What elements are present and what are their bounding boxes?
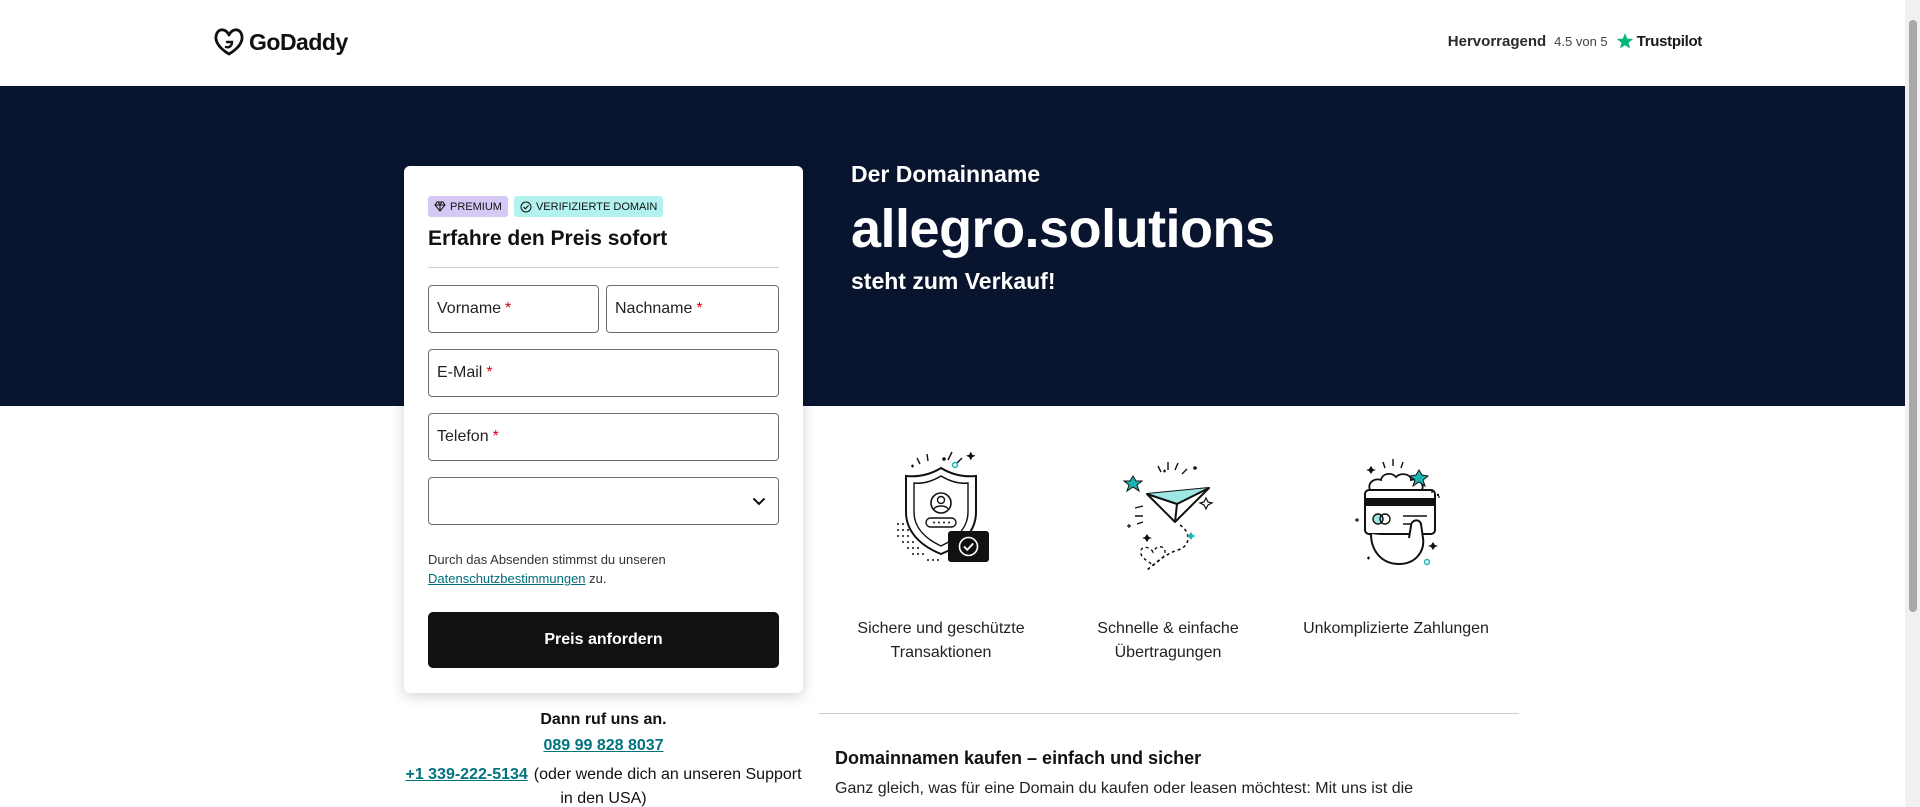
page-scrollbar[interactable] [1905, 0, 1920, 807]
star-icon [1616, 33, 1633, 49]
scrollbar-thumb[interactable] [1909, 20, 1917, 612]
brand-name: GoDaddy [249, 28, 348, 55]
last-name-field[interactable]: Nachname * [606, 285, 779, 333]
phone-field[interactable]: Telefon * [428, 413, 779, 461]
premium-badge-label: PREMIUM [450, 200, 502, 213]
email-label: E-Mail [437, 364, 483, 381]
hero-banner: Der Domainname allegro.solutions steht z… [0, 86, 1905, 406]
first-name-field[interactable]: Vorname * [428, 285, 599, 333]
page: GoDaddy Hervorragend 4.5 von 5 Trustpilo… [0, 0, 1920, 807]
last-name-label: Nachname [615, 300, 693, 317]
us-support-note: (oder wende dich an unseren Support in d… [533, 766, 802, 807]
sale-status: steht zum Verkauf! [851, 268, 1056, 294]
secure-shield-icon [897, 451, 989, 562]
request-price-button[interactable]: Preis anfordern [428, 612, 779, 668]
hero-intro: Der Domainname [851, 161, 1041, 187]
feature-transfer-label: Schnelle & einfache Übertragungen [1097, 620, 1239, 661]
paper-plane-icon [1122, 462, 1214, 571]
section-divider [819, 713, 1519, 714]
verified-badge: VERIFIZIERTE DOMAIN [513, 196, 664, 217]
domain-name: allegro.solutions [851, 199, 1275, 259]
feature-secure: Sichere und geschützte Transaktionen [836, 446, 1046, 665]
verified-badge-label: VERIFIZIERTE DOMAIN [535, 200, 658, 213]
hero-text: Der Domainname allegro.solutions steht z… [851, 161, 1275, 295]
premium-badge: PREMIUM [428, 196, 508, 217]
check-circle-icon [520, 201, 532, 212]
feature-payment: Unkomplizierte Zahlungen [1291, 446, 1501, 641]
required-marker: * [492, 428, 499, 445]
domain-badges: PREMIUM VERIFIZIERTE DOMAIN [428, 196, 664, 217]
trustpilot-rating[interactable]: Hervorragend 4.5 von 5 Trustpilot [1447, 32, 1703, 50]
required-marker: * [505, 300, 512, 317]
payment-card-icon [1355, 459, 1440, 566]
diamond-icon [434, 201, 446, 212]
top-bar: GoDaddy Hervorragend 4.5 von 5 Trustpilo… [0, 0, 1905, 86]
info-text: Ganz gleich, was für eine Domain du kauf… [835, 780, 1414, 797]
call-section: Dann ruf uns an. 089 99 828 8037 +1 339-… [404, 711, 803, 807]
feature-payment-label: Unkomplizierte Zahlungen [1303, 620, 1489, 637]
email-field[interactable]: E-Mail * [428, 349, 779, 397]
chevron-down-icon [752, 497, 766, 505]
rating-score: 4.5 von 5 [1554, 33, 1608, 49]
consent-text: Durch das Absenden stimmst du unseren Da… [428, 550, 779, 588]
consent-prefix: Durch das Absenden stimmst du unseren [428, 552, 666, 567]
trustpilot-logo: Trustpilot [1616, 32, 1702, 50]
phone-label: Telefon [437, 428, 489, 445]
rating-label: Hervorragend [1447, 32, 1547, 50]
required-marker: * [486, 364, 493, 381]
phone-link-local[interactable]: 089 99 828 8037 [404, 737, 803, 755]
phone-link-us[interactable]: +1 339-222-5134 [405, 766, 527, 783]
godaddy-logo[interactable]: GoDaddy [213, 27, 348, 57]
price-request-form: PREMIUM VERIFIZIERTE DOMAIN Erfahre den … [404, 166, 803, 693]
consent-suffix: zu. [589, 571, 607, 586]
call-heading: Dann ruf uns an. [540, 711, 667, 728]
form-title: Erfahre den Preis sofort [428, 227, 668, 250]
required-marker: * [696, 300, 703, 317]
country-select[interactable] [428, 477, 779, 525]
privacy-policy-link[interactable]: Datenschutzbestimmungen [428, 571, 586, 586]
form-divider [428, 267, 779, 268]
first-name-label: Vorname [437, 300, 502, 317]
info-title: Domainnamen kaufen – einfach und sicher [835, 748, 1202, 768]
us-phone-line: +1 339-222-5134 (oder wende dich an unser… [404, 763, 803, 807]
feature-transfer: Schnelle & einfache Übertragungen [1063, 446, 1273, 665]
feature-secure-label: Sichere und geschützte Transaktionen [857, 620, 1025, 661]
godaddy-logo-icon [214, 28, 244, 56]
trustpilot-text: Trustpilot [1636, 32, 1703, 50]
